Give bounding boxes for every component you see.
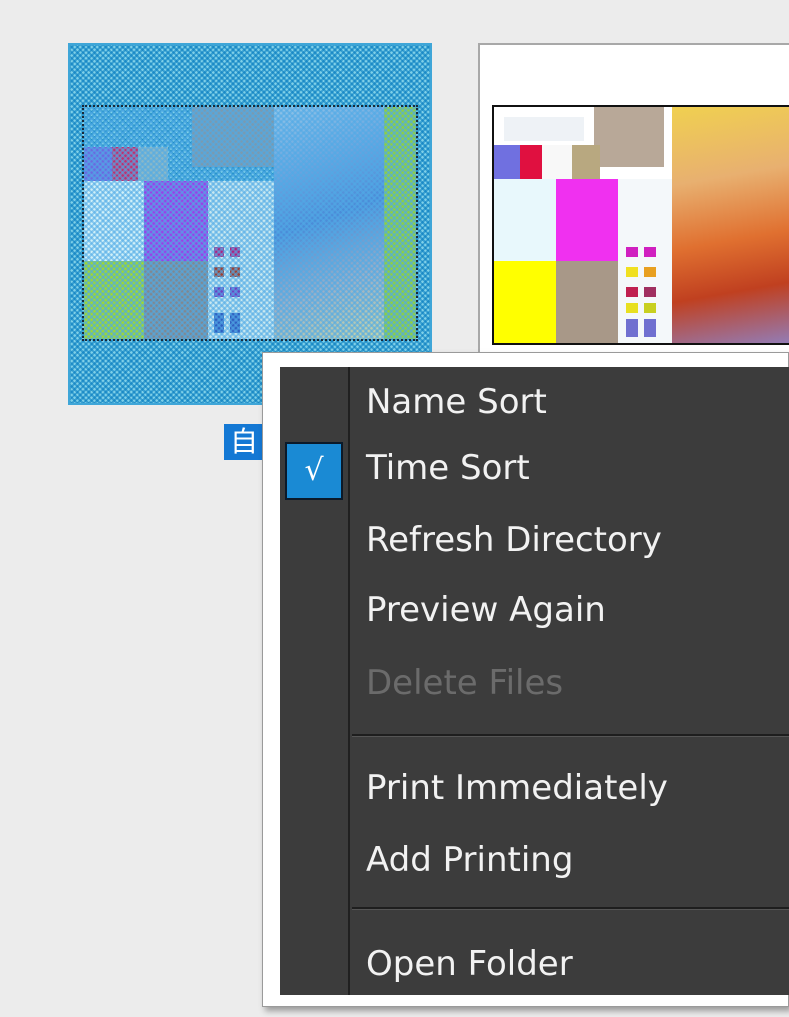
checkmark-icon: √ bbox=[285, 442, 343, 500]
file-thumbnail-selected[interactable] bbox=[68, 43, 432, 405]
file-browser-view: 自 Name Sort √ Time Sort Refresh Director… bbox=[0, 0, 789, 1017]
menu-item-preview-again[interactable]: Preview Again bbox=[280, 577, 789, 643]
menu-item-label: Refresh Directory bbox=[366, 520, 662, 560]
file-name-label[interactable]: 自 bbox=[224, 424, 265, 460]
menu-item-add-printing[interactable]: Add Printing bbox=[280, 827, 789, 893]
menu-separator bbox=[352, 734, 789, 737]
thumbnail-image bbox=[82, 105, 418, 341]
menu-item-name-sort[interactable]: Name Sort bbox=[280, 369, 789, 435]
menu-item-label: Print Immediately bbox=[366, 768, 668, 808]
context-menu: Name Sort √ Time Sort Refresh Directory … bbox=[262, 352, 789, 1007]
menu-item-open-folder[interactable]: Open Folder bbox=[280, 931, 789, 997]
menu-item-label: Preview Again bbox=[366, 590, 606, 630]
menu-separator bbox=[352, 907, 789, 910]
menu-item-label: Time Sort bbox=[366, 448, 530, 488]
menu-item-label: Add Printing bbox=[366, 840, 574, 880]
menu-item-delete-files: Delete Files bbox=[280, 650, 789, 716]
menu-item-time-sort[interactable]: √ Time Sort bbox=[280, 435, 789, 501]
menu-item-label: Open Folder bbox=[366, 944, 573, 984]
file-thumbnail[interactable] bbox=[478, 43, 789, 365]
menu-item-print-immediately[interactable]: Print Immediately bbox=[280, 755, 789, 821]
thumbnail-image bbox=[492, 105, 789, 345]
menu-item-label: Name Sort bbox=[366, 382, 547, 422]
menu-item-refresh-directory[interactable]: Refresh Directory bbox=[280, 507, 789, 573]
menu-item-label: Delete Files bbox=[366, 663, 564, 703]
context-menu-panel: Name Sort √ Time Sort Refresh Directory … bbox=[280, 367, 789, 995]
